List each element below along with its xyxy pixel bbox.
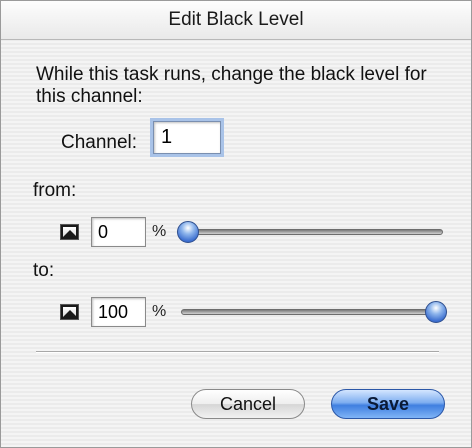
from-percent-input[interactable]: 0 [91, 217, 146, 247]
from-slider-knob[interactable] [177, 221, 199, 243]
channel-label: Channel: [61, 132, 138, 153]
from-slider-track[interactable] [181, 229, 443, 235]
picture-icon [60, 304, 79, 320]
from-label: from: [33, 180, 77, 201]
from-percent-sign: % [152, 223, 167, 240]
dialog-prompt: While this task runs, change the black l… [36, 64, 427, 107]
divider [36, 351, 439, 353]
edit-black-level-dialog: Edit Black Level While this task runs, c… [0, 0, 472, 448]
channel-input[interactable]: 1 [153, 121, 221, 154]
cancel-button[interactable]: Cancel [191, 389, 305, 419]
dialog-title: Edit Black Level [1, 1, 471, 40]
save-button[interactable]: Save [331, 389, 445, 419]
to-percent-sign: % [152, 303, 167, 320]
to-slider-track[interactable] [181, 309, 443, 315]
to-percent-input[interactable]: 100 [91, 297, 146, 327]
picture-icon [60, 224, 79, 240]
to-slider-knob[interactable] [425, 301, 447, 323]
to-label: to: [33, 260, 55, 281]
